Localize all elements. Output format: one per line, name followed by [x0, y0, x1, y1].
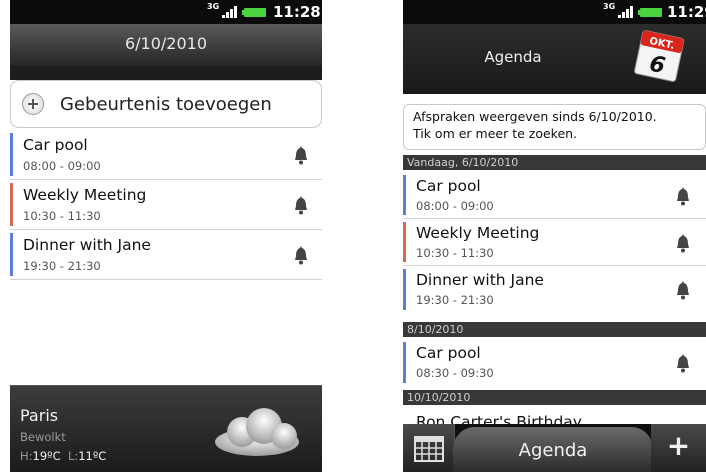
page-title: Agenda — [484, 48, 542, 66]
event-time: 08:00 - 09:00 — [23, 159, 101, 173]
event-time: 19:30 - 21:30 — [23, 259, 101, 273]
event-title: Weekly Meeting — [23, 186, 147, 204]
event-color-stripe — [403, 222, 406, 262]
high-label: H: — [20, 449, 33, 463]
bell-icon — [677, 234, 689, 253]
bottom-tab-bar: Agenda + — [403, 424, 706, 472]
event-list: Car pool 08:00 - 09:00 Weekly Meeting 10… — [10, 130, 322, 280]
since-notice-line1: Afspraken weergeven sinds 6/10/2010. — [413, 109, 657, 124]
tab-agenda[interactable]: Agenda — [453, 427, 653, 472]
event-color-stripe — [403, 175, 406, 215]
add-event-button[interactable]: Gebeurtenis toevoegen — [10, 80, 322, 128]
event-time: 08:00 - 09:00 — [416, 199, 494, 213]
calendar-grid-icon — [414, 436, 444, 462]
weather-city: Paris — [20, 406, 59, 425]
add-event-button[interactable]: + — [651, 424, 706, 472]
event-time: 19:30 - 21:30 — [416, 293, 494, 307]
event-color-stripe — [403, 342, 406, 383]
event-color-stripe — [10, 233, 13, 276]
event-title: Weekly Meeting — [416, 224, 540, 242]
section-header: 8/10/2010 — [403, 322, 706, 337]
event-time: 08:30 - 09:30 — [416, 366, 494, 380]
event-title: Dinner with Jane — [23, 236, 151, 254]
since-notice[interactable]: Afspraken weergeven sinds 6/10/2010. Tik… — [403, 104, 706, 150]
weather-temps: H:19ºC L:11ºC — [20, 449, 106, 463]
event-color-stripe — [10, 133, 13, 176]
bell-icon — [295, 146, 307, 165]
event-color-stripe — [403, 269, 406, 310]
low-temp: 11ºC — [78, 449, 107, 463]
battery-icon — [638, 8, 662, 17]
month-view-button[interactable] — [403, 424, 455, 472]
bell-icon — [677, 281, 689, 300]
event-title: Car pool — [416, 344, 481, 362]
signal-icon — [222, 6, 237, 18]
agenda-view-screen: 3G 11:29 Agenda OKT. 6 Afspraken weergev… — [403, 0, 706, 472]
event-title: Car pool — [23, 136, 88, 154]
weather-condition: Bewolkt — [20, 430, 66, 444]
agenda-header: Agenda OKT. 6 — [403, 24, 706, 94]
event-item[interactable]: Dinner with Jane 19:30 - 21:30 — [10, 230, 322, 280]
event-item[interactable]: Car pool 08:00 - 09:00 — [10, 130, 322, 180]
status-bar: 3G 11:29 — [403, 0, 706, 24]
bell-icon — [295, 246, 307, 265]
signal-icon — [618, 6, 633, 18]
battery-icon — [242, 8, 266, 17]
day-view-screen: 3G 11:28 6/10/2010 Gebeurtenis toevoegen… — [10, 0, 322, 472]
section-header: 10/10/2010 — [403, 390, 706, 405]
add-event-label: Gebeurtenis toevoegen — [60, 93, 272, 115]
status-clock: 11:29 — [667, 3, 706, 21]
section-header: Vandaag, 6/10/2010 — [403, 155, 706, 170]
agenda-event[interactable]: Weekly Meeting 10:30 - 11:30 — [403, 219, 706, 266]
header-divider — [10, 66, 322, 80]
event-color-stripe — [10, 183, 13, 226]
status-bar: 3G 11:28 — [10, 0, 322, 24]
event-time: 10:30 - 11:30 — [416, 246, 494, 260]
high-temp: 19ºC — [32, 449, 61, 463]
agenda-event[interactable]: Car pool 08:30 - 09:30 — [403, 339, 706, 386]
low-label: L: — [67, 449, 79, 463]
agenda-event[interactable]: Dinner with Jane 19:30 - 21:30 — [403, 266, 706, 313]
event-item[interactable]: Weekly Meeting 10:30 - 11:30 — [10, 180, 322, 230]
event-title: Car pool — [416, 177, 481, 195]
bell-icon — [295, 196, 307, 215]
since-notice-line2: Tik om er meer te zoeken. — [413, 126, 578, 141]
event-time: 10:30 - 11:30 — [23, 209, 101, 223]
calendar-page-icon[interactable]: OKT. 6 — [630, 26, 688, 88]
plus-circle-icon — [22, 93, 44, 115]
agenda-event-group: Car pool 08:30 - 09:30 — [403, 339, 706, 386]
agenda-event-group: Car pool 08:00 - 09:00 Weekly Meeting 10… — [403, 172, 706, 313]
network-type: 3G — [603, 2, 616, 11]
network-type: 3G — [207, 2, 220, 11]
agenda-event[interactable]: Car pool 08:00 - 09:00 — [403, 172, 706, 219]
cloud-icon — [215, 408, 299, 456]
event-title: Dinner with Jane — [416, 271, 544, 289]
bell-icon — [677, 187, 689, 206]
status-clock: 11:28 — [273, 3, 321, 21]
date-header[interactable]: 6/10/2010 — [10, 24, 322, 66]
weather-widget[interactable]: Paris Bewolkt H:19ºC L:11ºC — [10, 385, 322, 472]
bell-icon — [677, 354, 689, 373]
